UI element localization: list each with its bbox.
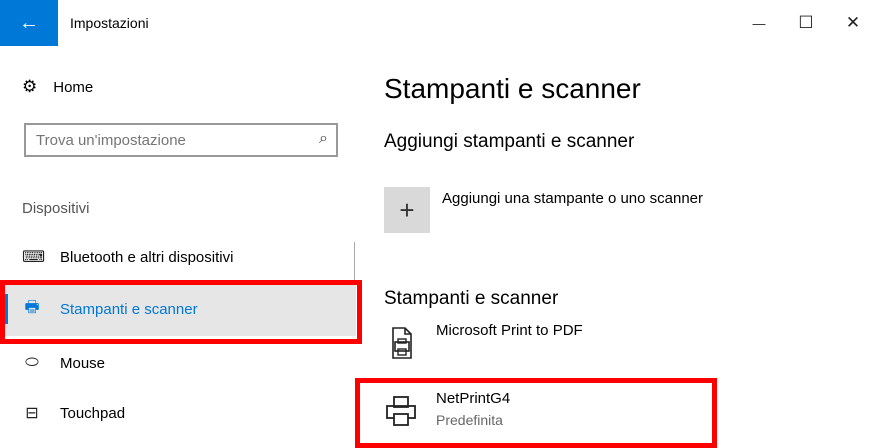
window-title: Impostazioni (70, 15, 149, 31)
minimize-icon: — (752, 15, 766, 31)
sidebar-item-bluetooth[interactable]: ⌨ Bluetooth e altri dispositivi (0, 232, 356, 282)
maximize-icon: ☐ (798, 13, 814, 32)
search-icon[interactable]: ⌕ (319, 130, 328, 148)
printer-item-pdf[interactable]: Microsoft Print to PDF (384, 322, 704, 376)
page-title: Stampanti e scanner (384, 73, 641, 104)
search-input[interactable] (26, 125, 306, 155)
add-section-title: Aggiungi stampanti e scanner (384, 131, 635, 152)
mouse-icon: ⬭ (25, 354, 39, 371)
printer-name: Microsoft Print to PDF (436, 322, 583, 339)
printers-section-title: Stampanti e scanner (384, 288, 559, 309)
back-arrow-icon: ← (19, 11, 39, 34)
sidebar-item-touchpad[interactable]: ⊟ Touchpad (0, 386, 356, 440)
sidebar-item-label: Touchpad (60, 404, 126, 422)
plus-icon: + (399, 194, 415, 225)
highlight-box-sidebar (0, 280, 362, 344)
maximize-button[interactable]: ☐ (783, 0, 829, 46)
section-label-devices: Dispositivi (22, 200, 90, 217)
close-icon: ✕ (845, 13, 861, 32)
add-printer-label[interactable]: Aggiungi una stampante o uno scanner (442, 190, 703, 207)
minimize-button[interactable]: — (736, 0, 782, 46)
bluetooth-devices-icon: ⌨ (22, 249, 46, 266)
title-bar: ← Impostazioni — ☐ ✕ (0, 0, 874, 46)
search-box: ⌕ (24, 123, 338, 157)
touchpad-icon: ⊟ (25, 405, 39, 422)
close-button[interactable]: ✕ (830, 0, 874, 46)
gear-icon: ⚙ (22, 77, 38, 96)
sidebar-item-home[interactable]: ⚙ Home (22, 72, 93, 102)
pdf-printer-icon (392, 327, 412, 359)
home-label: Home (53, 78, 94, 96)
sidebar-item-mouse[interactable]: ⬭ Mouse (0, 336, 356, 390)
sidebar-item-label: Mouse (60, 354, 106, 372)
sidebar-item-label: Bluetooth e altri dispositivi (60, 248, 234, 266)
back-button[interactable]: ← (0, 0, 58, 46)
highlight-box-printer (355, 378, 717, 448)
add-printer-button[interactable]: + (384, 187, 430, 233)
